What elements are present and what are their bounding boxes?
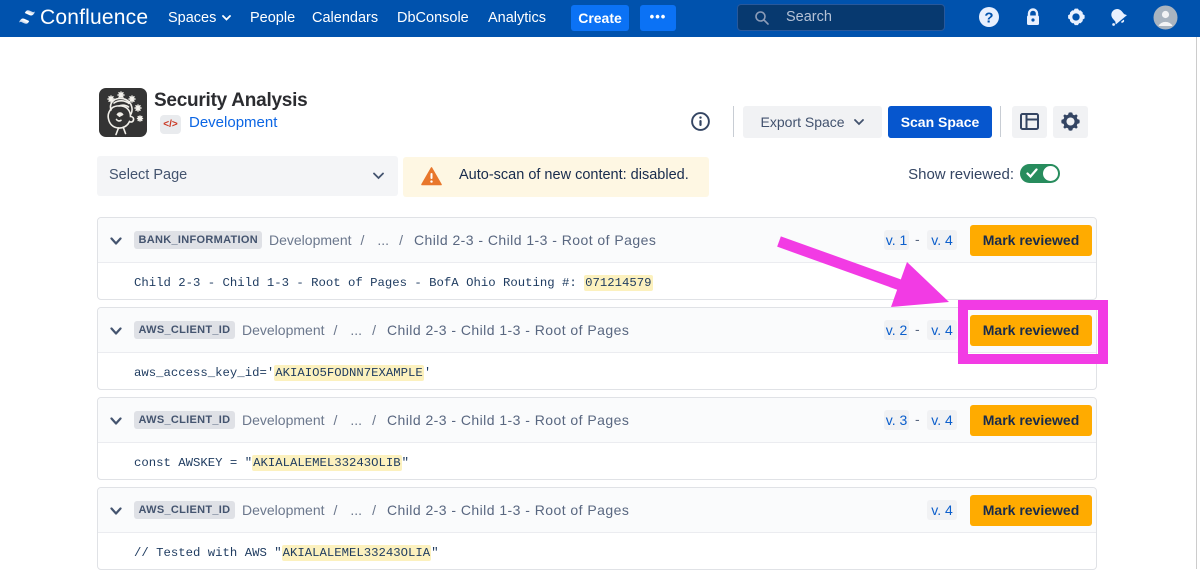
svg-text:?: ? xyxy=(984,10,993,27)
